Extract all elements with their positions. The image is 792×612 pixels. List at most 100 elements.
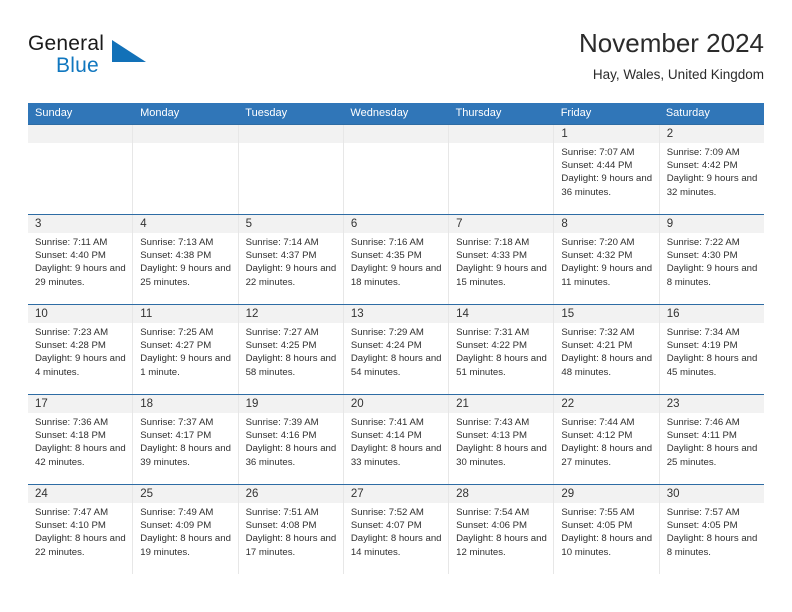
day-cell[interactable] xyxy=(238,125,344,214)
day-cell[interactable]: 8 Sunrise: 7:20 AM Sunset: 4:32 PM Dayli… xyxy=(554,215,660,304)
day-cell[interactable]: 17 Sunrise: 7:36 AM Sunset: 4:18 PM Dayl… xyxy=(28,395,134,484)
day-number: 28 xyxy=(449,485,554,503)
daylight-text: Daylight: 8 hours and 12 minutes. xyxy=(456,533,547,558)
day-cell[interactable]: 7 Sunrise: 7:18 AM Sunset: 4:33 PM Dayli… xyxy=(449,215,555,304)
day-details xyxy=(449,143,553,146)
day-cell[interactable]: 23 Sunrise: 7:46 AM Sunset: 4:11 PM Dayl… xyxy=(659,395,764,484)
day-cell[interactable] xyxy=(133,125,239,214)
daylight-text: Daylight: 9 hours and 29 minutes. xyxy=(35,263,126,288)
day-cell[interactable]: 28 Sunrise: 7:54 AM Sunset: 4:06 PM Dayl… xyxy=(449,485,555,574)
day-cell[interactable]: 2 Sunrise: 7:09 AM Sunset: 4:42 PM Dayli… xyxy=(659,125,764,214)
sunset-text: Sunset: 4:06 PM xyxy=(456,520,528,532)
sunrise-text: Sunrise: 7:39 AM xyxy=(245,417,319,428)
day-cell[interactable]: 3 Sunrise: 7:11 AM Sunset: 4:40 PM Dayli… xyxy=(28,215,134,304)
day-details: Sunrise: 7:47 AM Sunset: 4:10 PM Dayligh… xyxy=(28,503,132,559)
sunset-text: Sunset: 4:40 PM xyxy=(35,250,106,262)
day-number: 5 xyxy=(238,215,343,233)
day-cell[interactable]: 22 Sunrise: 7:44 AM Sunset: 4:12 PM Dayl… xyxy=(554,395,660,484)
day-details xyxy=(344,143,448,146)
day-details: Sunrise: 7:23 AM Sunset: 4:28 PM Dayligh… xyxy=(28,323,132,379)
day-number xyxy=(28,125,133,143)
sunrise-text: Sunrise: 7:22 AM xyxy=(666,237,740,248)
sunset-text: Sunset: 4:28 PM xyxy=(35,340,106,352)
day-cell[interactable]: 19 Sunrise: 7:39 AM Sunset: 4:16 PM Dayl… xyxy=(238,395,344,484)
day-cell[interactable]: 9 Sunrise: 7:22 AM Sunset: 4:30 PM Dayli… xyxy=(659,215,764,304)
day-cell[interactable]: 20 Sunrise: 7:41 AM Sunset: 4:14 PM Dayl… xyxy=(343,395,450,484)
sunrise-text: Sunrise: 7:37 AM xyxy=(140,417,214,428)
day-cell[interactable]: 30 Sunrise: 7:57 AM Sunset: 4:05 PM Dayl… xyxy=(659,485,764,574)
weekday-thursday: Thursday xyxy=(455,107,502,119)
day-cell[interactable]: 29 Sunrise: 7:55 AM Sunset: 4:05 PM Dayl… xyxy=(554,485,660,574)
weekday-monday: Monday xyxy=(140,107,180,119)
daylight-text: Daylight: 9 hours and 1 minute. xyxy=(140,353,231,378)
day-details: Sunrise: 7:41 AM Sunset: 4:14 PM Dayligh… xyxy=(344,413,448,469)
day-cell[interactable]: 24 Sunrise: 7:47 AM Sunset: 4:10 PM Dayl… xyxy=(28,485,134,574)
day-cell[interactable]: 25 Sunrise: 7:49 AM Sunset: 4:09 PM Dayl… xyxy=(133,485,239,574)
day-details: Sunrise: 7:43 AM Sunset: 4:13 PM Dayligh… xyxy=(449,413,553,469)
day-details: Sunrise: 7:14 AM Sunset: 4:37 PM Dayligh… xyxy=(239,233,343,289)
sunrise-text: Sunrise: 7:14 AM xyxy=(245,237,319,248)
day-cell[interactable]: 16 Sunrise: 7:34 AM Sunset: 4:19 PM Dayl… xyxy=(659,305,764,394)
sunset-text: Sunset: 4:33 PM xyxy=(456,250,528,262)
sunset-text: Sunset: 4:35 PM xyxy=(350,250,422,262)
sunset-text: Sunset: 4:10 PM xyxy=(35,520,106,532)
day-cell[interactable]: 10 Sunrise: 7:23 AM Sunset: 4:28 PM Dayl… xyxy=(28,305,134,394)
brand-name-blue: Blue xyxy=(56,54,99,77)
day-cell[interactable]: 26 Sunrise: 7:51 AM Sunset: 4:08 PM Dayl… xyxy=(238,485,344,574)
week-row: 3 Sunrise: 7:11 AM Sunset: 4:40 PM Dayli… xyxy=(28,214,764,304)
sunset-text: Sunset: 4:08 PM xyxy=(245,520,317,532)
day-cell[interactable] xyxy=(343,125,450,214)
day-cell[interactable]: 13 Sunrise: 7:29 AM Sunset: 4:24 PM Dayl… xyxy=(343,305,450,394)
week-row: 10 Sunrise: 7:23 AM Sunset: 4:28 PM Dayl… xyxy=(28,304,764,394)
day-number: 14 xyxy=(449,305,554,323)
sunrise-text: Sunrise: 7:11 AM xyxy=(35,237,108,248)
day-cell[interactable]: 18 Sunrise: 7:37 AM Sunset: 4:17 PM Dayl… xyxy=(133,395,239,484)
sunset-text: Sunset: 4:32 PM xyxy=(561,250,633,262)
day-details: Sunrise: 7:39 AM Sunset: 4:16 PM Dayligh… xyxy=(239,413,343,469)
day-cell[interactable]: 12 Sunrise: 7:27 AM Sunset: 4:25 PM Dayl… xyxy=(238,305,344,394)
day-cell[interactable]: 11 Sunrise: 7:25 AM Sunset: 4:27 PM Dayl… xyxy=(133,305,239,394)
day-cell[interactable] xyxy=(449,125,555,214)
sunset-text: Sunset: 4:24 PM xyxy=(350,340,422,352)
day-cell[interactable]: 21 Sunrise: 7:43 AM Sunset: 4:13 PM Dayl… xyxy=(449,395,555,484)
day-number: 20 xyxy=(343,395,449,413)
day-number: 4 xyxy=(133,215,238,233)
sunset-text: Sunset: 4:13 PM xyxy=(456,430,528,442)
sunrise-text: Sunrise: 7:32 AM xyxy=(561,327,635,338)
day-cell[interactable] xyxy=(28,125,134,214)
day-cell[interactable]: 5 Sunrise: 7:14 AM Sunset: 4:37 PM Dayli… xyxy=(238,215,344,304)
day-details: Sunrise: 7:29 AM Sunset: 4:24 PM Dayligh… xyxy=(344,323,448,379)
day-number: 25 xyxy=(133,485,238,503)
sunset-text: Sunset: 4:05 PM xyxy=(666,520,738,532)
week-row: 17 Sunrise: 7:36 AM Sunset: 4:18 PM Dayl… xyxy=(28,394,764,484)
day-number: 22 xyxy=(554,395,659,413)
sunset-text: Sunset: 4:07 PM xyxy=(350,520,422,532)
sunset-text: Sunset: 4:09 PM xyxy=(140,520,212,532)
daylight-text: Daylight: 8 hours and 33 minutes. xyxy=(350,443,442,468)
day-cell[interactable]: 6 Sunrise: 7:16 AM Sunset: 4:35 PM Dayli… xyxy=(343,215,450,304)
daylight-text: Daylight: 8 hours and 27 minutes. xyxy=(561,443,653,468)
day-number: 8 xyxy=(554,215,659,233)
day-cell[interactable]: 27 Sunrise: 7:52 AM Sunset: 4:07 PM Dayl… xyxy=(343,485,450,574)
sunrise-text: Sunrise: 7:16 AM xyxy=(350,237,424,248)
week-row: 1 Sunrise: 7:07 AM Sunset: 4:44 PM Dayli… xyxy=(28,124,764,214)
sunrise-text: Sunrise: 7:25 AM xyxy=(140,327,214,338)
brand-logo[interactable]: General Blue xyxy=(28,32,228,88)
calendar-grid: Sunday Monday Tuesday Wednesday Thursday… xyxy=(28,103,764,574)
day-cell[interactable]: 14 Sunrise: 7:31 AM Sunset: 4:22 PM Dayl… xyxy=(449,305,555,394)
calendar-page: General Blue November 2024 Hay, Wales, U… xyxy=(0,0,792,612)
day-details xyxy=(133,143,237,146)
day-cell[interactable]: 1 Sunrise: 7:07 AM Sunset: 4:44 PM Dayli… xyxy=(554,125,660,214)
day-details: Sunrise: 7:54 AM Sunset: 4:06 PM Dayligh… xyxy=(449,503,553,559)
day-number: 17 xyxy=(28,395,133,413)
sunrise-text: Sunrise: 7:43 AM xyxy=(456,417,530,428)
day-cell[interactable]: 4 Sunrise: 7:13 AM Sunset: 4:38 PM Dayli… xyxy=(133,215,239,304)
sunrise-text: Sunrise: 7:41 AM xyxy=(350,417,424,428)
triangle-logo-icon xyxy=(112,40,146,62)
daylight-text: Daylight: 8 hours and 51 minutes. xyxy=(456,353,547,378)
title-block: November 2024 Hay, Wales, United Kingdom xyxy=(579,28,764,83)
day-number: 23 xyxy=(659,395,764,413)
daylight-text: Daylight: 9 hours and 11 minutes. xyxy=(561,263,653,288)
day-cell[interactable]: 15 Sunrise: 7:32 AM Sunset: 4:21 PM Dayl… xyxy=(554,305,660,394)
day-number: 19 xyxy=(238,395,343,413)
